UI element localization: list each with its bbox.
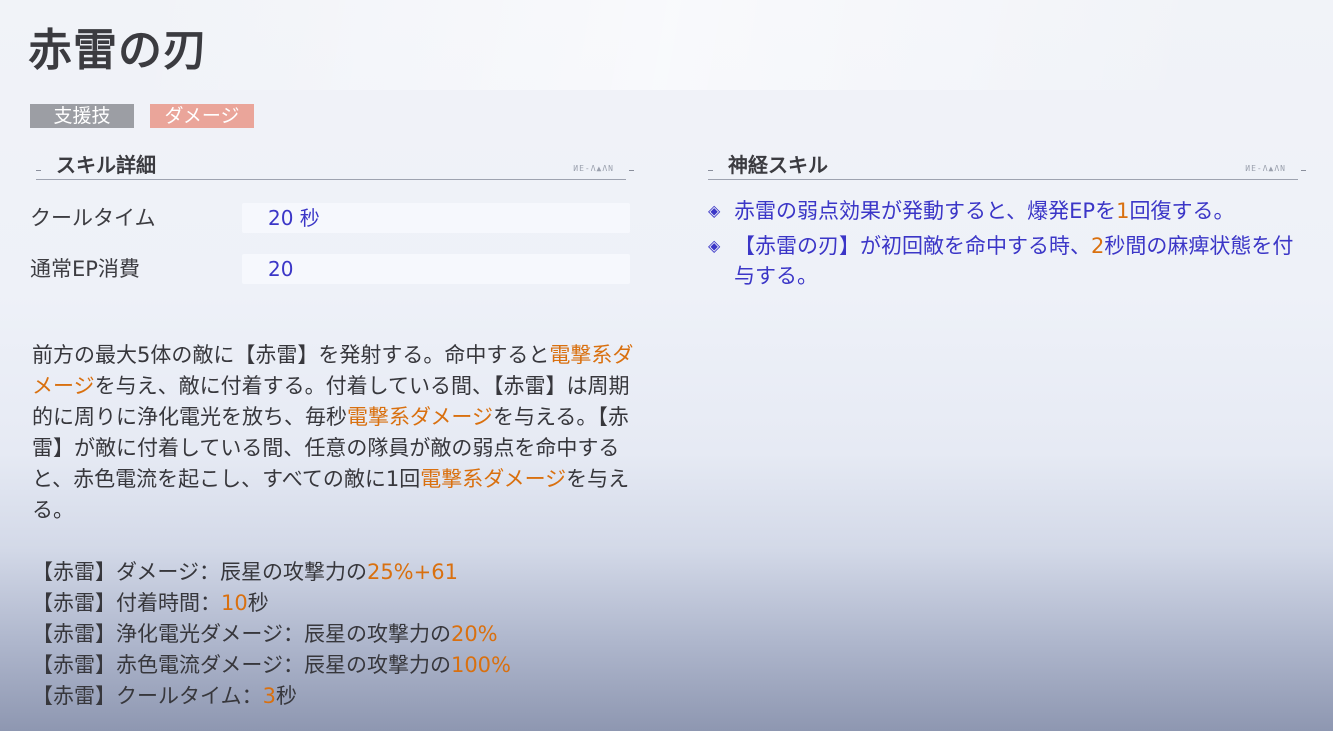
stat-value: 3 (262, 684, 276, 708)
neuro-skill-list: ◈ 赤雷の弱点効果が発動すると、爆発EPを1回復する。 ◈ 【赤雷の刃】が初回敵を命中… (708, 196, 1308, 296)
neuro-skill-title: 神経スキル (728, 153, 828, 177)
tag-damage: ダメージ (150, 104, 254, 128)
neuro-skill-item: ◈ 【赤雷の刃】が初回敵を命中する時、2秒間の麻痺状態を付与する。 (708, 231, 1308, 291)
stat-line: 【赤雷】クールタイム：3秒 (32, 681, 511, 712)
stat-line: 【赤雷】ダメージ：辰星の攻撃力の25%+61 (32, 557, 511, 588)
cooldown-value-box: 20 秒 (242, 203, 630, 233)
stat-line: 【赤雷】付着時間：10秒 (32, 588, 511, 619)
header-underline (708, 179, 1298, 180)
stat-label: 【赤雷】クールタイム： (32, 684, 263, 708)
cooldown-label: クールタイム (30, 206, 156, 230)
stat-label: 【赤雷】付着時間： (32, 591, 221, 615)
neuro-skill-header: 神経スキル ИЕ-Λ▲ΛΝ (708, 152, 1306, 182)
header-deco-glyphs: ИЕ-Λ▲ΛΝ (1245, 164, 1286, 173)
stat-value: 10 (221, 591, 248, 615)
skill-details-header: スキル詳細 ИЕ-Λ▲ΛΝ (36, 152, 634, 182)
cooldown-value: 20 秒 (268, 206, 320, 230)
stat-value: 20% (450, 622, 498, 646)
highlight-number: 2 (1091, 234, 1105, 258)
header-dash-right (1301, 170, 1306, 171)
skill-title: 赤雷の刃 (28, 25, 208, 76)
neuro-skill-text: 【赤雷の刃】が初回敵を命中する時、 (734, 234, 1091, 258)
stat-value: 25%+61 (366, 560, 458, 584)
stat-line: 【赤雷】赤色電流ダメージ：辰星の攻撃力の100% (32, 650, 511, 681)
ep-cost-value: 20 (268, 257, 294, 281)
stat-suffix: 秒 (275, 684, 297, 708)
skill-details-title: スキル詳細 (56, 153, 156, 177)
highlight-text: 電撃系ダメージ (420, 467, 567, 491)
header-deco-glyphs: ИЕ-Λ▲ΛΝ (573, 164, 614, 173)
tag-support: 支援技 (30, 104, 134, 128)
stat-suffix: 秒 (247, 591, 269, 615)
neuro-skill-text: 回復する。 (1129, 199, 1235, 223)
stat-label: 【赤雷】浄化電光ダメージ：辰星の攻撃力の (32, 622, 451, 646)
stat-line: 【赤雷】浄化電光ダメージ：辰星の攻撃力の20% (32, 619, 511, 650)
header-dash-left (708, 170, 713, 171)
highlight-text: 電撃系ダメージ (347, 405, 493, 429)
description-text: 前方の最大5体の敵に【赤雷】を発射する。命中すると (32, 343, 550, 367)
diamond-bullet-icon: ◈ (708, 201, 721, 220)
skill-stats-list: 【赤雷】ダメージ：辰星の攻撃力の25%+61 【赤雷】付着時間：10秒 【赤雷】浄化… (32, 557, 511, 712)
stat-label: 【赤雷】ダメージ：辰星の攻撃力の (32, 560, 367, 584)
stat-value: 100% (450, 653, 511, 677)
ep-cost-value-box: 20 (242, 254, 630, 284)
header-dash-right (629, 170, 634, 171)
stat-label: 【赤雷】赤色電流ダメージ：辰星の攻撃力の (32, 653, 451, 677)
neuro-skill-text: 赤雷の弱点効果が発動すると、爆発EPを (734, 199, 1117, 223)
diamond-bullet-icon: ◈ (708, 236, 721, 255)
header-underline (36, 179, 626, 180)
neuro-skill-item: ◈ 赤雷の弱点効果が発動すると、爆発EPを1回復する。 (708, 196, 1308, 226)
header-dash-left (36, 170, 41, 171)
highlight-number: 1 (1116, 199, 1130, 223)
ep-cost-label: 通常EP消費 (30, 257, 140, 281)
skill-description: 前方の最大5体の敵に【赤雷】を発射する。命中すると電撃系ダメージを与え、敵に付着… (32, 340, 637, 526)
